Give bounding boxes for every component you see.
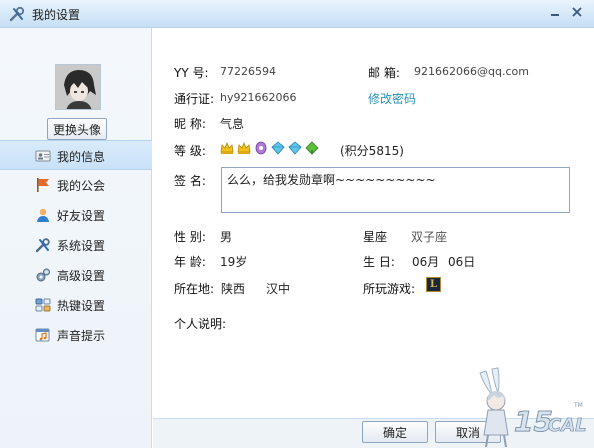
sidebar-item-label: 热键设置 [57, 299, 106, 313]
level-badges [220, 141, 319, 155]
zodiac-label: 星座 [363, 230, 388, 244]
mascot-watermark: 15 CAL TM [479, 367, 587, 448]
close-button[interactable] [566, 2, 588, 22]
sidebar-nav: 我的信息 我的公会 好友设置 系统设置 高级设置 热键设置 声音提示 [0, 140, 152, 350]
sidebar-item-my-info[interactable]: 我的信息 [0, 140, 152, 170]
minimize-button[interactable] [544, 2, 566, 22]
sidebar-item-label: 好友设置 [57, 209, 106, 223]
nickname-label: 昵 称: [174, 117, 206, 131]
crown-icon [220, 141, 234, 154]
crown-icon [237, 141, 251, 154]
minimize-icon [551, 14, 559, 16]
sidebar-item-label: 我的公会 [57, 179, 106, 193]
nickname-value: 气息 [220, 117, 245, 131]
id-card-icon [35, 150, 51, 162]
league-of-legends-icon[interactable]: L [426, 277, 441, 292]
passport-label: 通行证: [174, 92, 215, 106]
email-label: 邮 箱: [368, 66, 400, 80]
change-password-link[interactable]: 修改密码 [368, 90, 416, 107]
title-bar: 我的设置 [0, 0, 594, 28]
gears-icon [36, 268, 50, 282]
purple-badge-icon [255, 141, 267, 155]
user-icon [37, 208, 49, 222]
sidebar-item-label: 系统设置 [57, 239, 106, 253]
sidebar-item-system-settings[interactable]: 系统设置 [0, 230, 152, 260]
wrench-screwdriver-icon [9, 6, 25, 22]
sound-note-icon [35, 328, 50, 342]
keyboard-icon [35, 298, 51, 312]
avatar[interactable] [55, 64, 101, 110]
age-value: 19岁 [220, 255, 248, 269]
score-text: (积分5815) [340, 144, 404, 158]
change-avatar-button[interactable]: 更换头像 [47, 118, 107, 140]
sidebar-item-label: 高级设置 [57, 269, 106, 283]
ok-button[interactable]: 确定 [362, 421, 428, 443]
games-label: 所玩游戏: [363, 282, 416, 296]
yy-number-value: 77226594 [220, 65, 276, 78]
profile-panel [153, 28, 594, 420]
zodiac-value: 双子座 [411, 230, 448, 244]
sidebar-item-friend-settings[interactable]: 好友设置 [0, 200, 152, 230]
yy-number-label: YY 号: [174, 66, 209, 80]
sidebar-item-sound-alerts[interactable]: 声音提示 [0, 320, 152, 350]
svg-text:TM: TM [573, 402, 583, 409]
green-leaf-icon [305, 141, 319, 155]
location-label: 所在地: [174, 282, 215, 296]
close-icon [572, 7, 582, 17]
sidebar-item-advanced-settings[interactable]: 高级设置 [0, 260, 152, 290]
gender-value: 男 [220, 230, 233, 244]
birthday-day: 06日 [448, 255, 476, 269]
flag-icon [37, 178, 49, 192]
email-value: 921662066@qq.com [414, 65, 529, 78]
window-title: 我的设置 [32, 8, 81, 22]
wrench-screwdriver-icon [35, 238, 50, 253]
age-label: 年 龄: [174, 255, 206, 269]
svg-text:CAL: CAL [548, 415, 587, 436]
blue-diamond-icon [288, 141, 302, 155]
signature-label: 签 名: [174, 174, 206, 188]
sidebar-item-label: 声音提示 [57, 329, 106, 343]
birthday-label: 生 日: [363, 255, 395, 269]
sidebar-item-hotkey-settings[interactable]: 热键设置 [0, 290, 152, 320]
location-city: 汉中 [266, 282, 291, 296]
level-label: 等 级: [174, 144, 206, 158]
location-province: 陕西 [221, 282, 246, 296]
signature-input[interactable]: 么么，给我发勋章啊~~~~~~~~~~ [221, 167, 570, 213]
sidebar-item-label: 我的信息 [57, 150, 106, 164]
birthday-month: 06月 [412, 255, 440, 269]
intro-label: 个人说明: [174, 317, 227, 331]
gender-label: 性 别: [174, 230, 206, 244]
passport-value: hy921662066 [220, 91, 297, 104]
sidebar-item-my-guild[interactable]: 我的公会 [0, 170, 152, 200]
blue-diamond-icon [271, 141, 285, 155]
